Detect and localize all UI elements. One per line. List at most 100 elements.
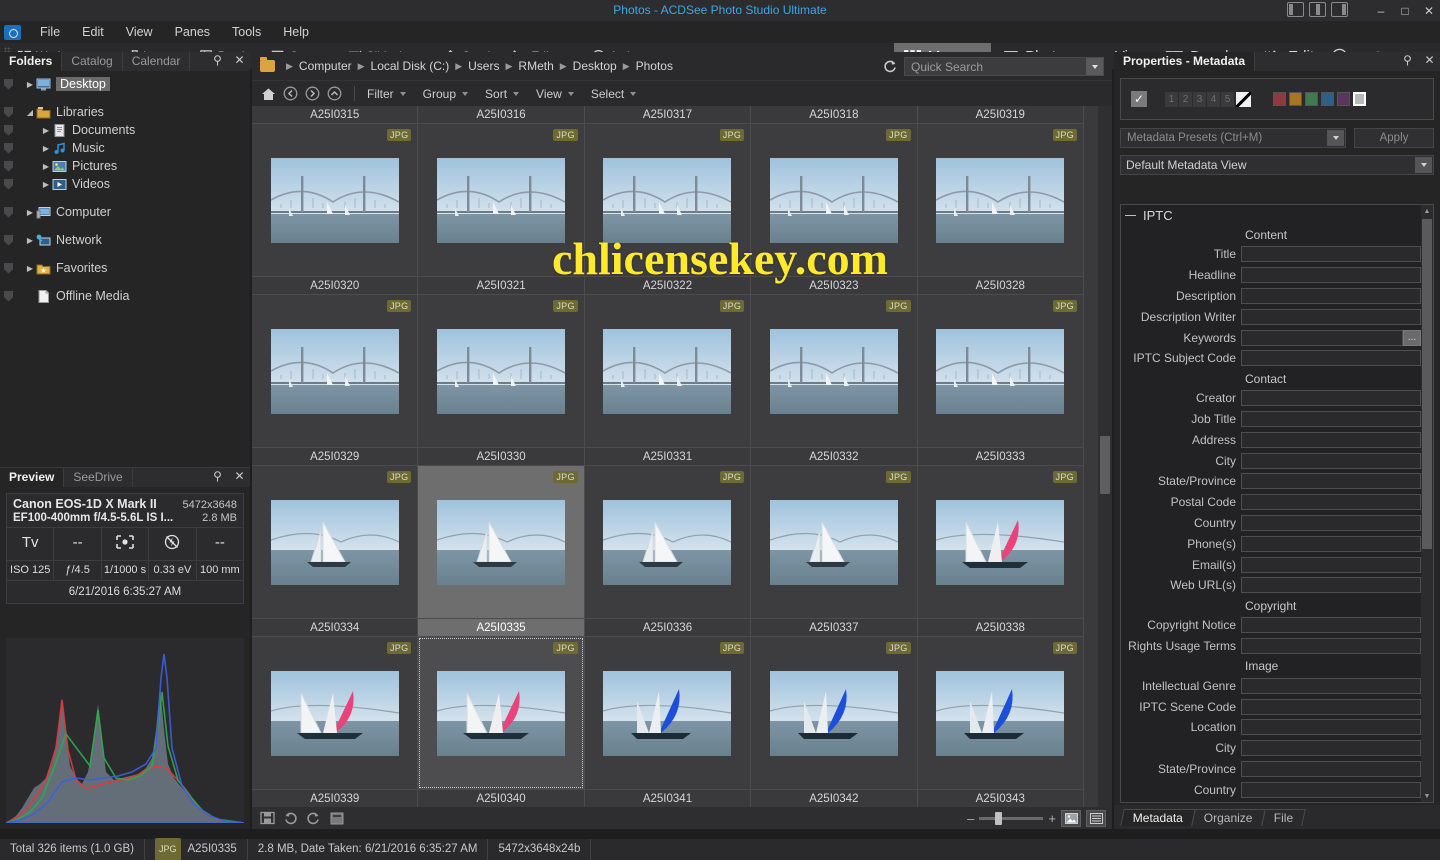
forward-icon[interactable]	[302, 84, 322, 104]
preset-chevron-down-icon[interactable]	[1327, 130, 1344, 146]
folder-tree-item-computer[interactable]: ▶ Computer	[0, 203, 250, 221]
metadata-scrollbar[interactable]: ▲ ▼	[1421, 205, 1433, 802]
metadata-field-input-iptc-scene-code[interactable]	[1241, 698, 1421, 715]
panel-layout-buttons[interactable]	[1287, 2, 1348, 17]
thumbnail-body[interactable]: JPG	[917, 466, 1083, 618]
sort-button[interactable]: Sort	[481, 84, 522, 104]
rating-4-button[interactable]: 4	[1207, 91, 1220, 107]
thumbnail-body[interactable]: JPG	[584, 295, 751, 447]
thumbnail-cell[interactable]: A25I0333 JPG	[917, 448, 1084, 619]
thumbnail-cell[interactable]: A25I0320 JPG	[252, 277, 419, 448]
thumbnail-image[interactable]	[270, 670, 399, 756]
thumbnail-body[interactable]: JPG	[751, 466, 917, 618]
breadcrumb-item-photos[interactable]: Photos	[636, 59, 673, 73]
bottom-panel-toggle-icon[interactable]	[1309, 2, 1326, 17]
chevron-right-icon[interactable]: ▶	[24, 80, 36, 89]
thumbnail-cell[interactable]: A25I0318 JPG	[751, 106, 918, 277]
grid-scrollbar-thumb[interactable]	[1100, 436, 1110, 494]
folder-tree-item-pictures[interactable]: ▶ Pictures	[0, 157, 250, 175]
thumbnail-cell[interactable]: A25I0319 JPG	[917, 106, 1084, 277]
thumbnail-image[interactable]	[769, 670, 898, 756]
thumbnail-body[interactable]: JPG	[418, 295, 584, 447]
menu-edit[interactable]: Edit	[71, 21, 115, 43]
color-label-swatch[interactable]	[1321, 92, 1334, 106]
thumbnail-image[interactable]	[437, 328, 566, 414]
rating-1-button[interactable]: 1	[1165, 91, 1178, 107]
thumbnail-image[interactable]	[270, 328, 399, 414]
home-icon[interactable]	[258, 84, 278, 104]
scroll-up-icon[interactable]: ▲	[1421, 205, 1433, 217]
metadata-scrollbar-thumb[interactable]	[1422, 219, 1432, 549]
tab-organize[interactable]: Organize	[1191, 808, 1266, 826]
tab-folders[interactable]: Folders	[0, 52, 63, 71]
folder-tree-item-network[interactable]: ▶ Network	[0, 231, 250, 249]
metadata-field-input-intellectual-genre[interactable]	[1241, 677, 1421, 694]
scroll-down-icon[interactable]: ▼	[1421, 790, 1433, 802]
thumbnail-image[interactable]	[769, 157, 898, 243]
thumbnail-body[interactable]: JPG	[751, 124, 917, 276]
metadata-field-input-rights-usage-terms[interactable]	[1241, 637, 1421, 654]
rating-3-button[interactable]: 3	[1193, 91, 1206, 107]
thumbnail-image[interactable]	[437, 157, 566, 243]
thumbnail-body[interactable]: JPG	[418, 124, 584, 276]
thumbnail-cell[interactable]: A25I0317 JPG	[584, 106, 752, 277]
color-label-swatch[interactable]	[1337, 92, 1350, 106]
thumbnail-cell[interactable]: A25I0332 JPG	[751, 448, 918, 619]
up-icon[interactable]	[324, 84, 344, 104]
folder-tree-item-videos[interactable]: ▶ Videos	[0, 175, 250, 193]
collapse-icon[interactable]	[1125, 210, 1136, 221]
search-chevron-down-icon[interactable]	[1086, 58, 1103, 75]
menu-tools[interactable]: Tools	[221, 21, 272, 43]
thumbnail-cell[interactable]: A25I0330 JPG	[418, 448, 585, 619]
metadata-field-input-city[interactable]	[1241, 740, 1421, 757]
rating-2-button[interactable]: 2	[1179, 91, 1192, 107]
pin-icon[interactable]: ⚲	[212, 54, 223, 67]
chevron-right-icon[interactable]: ▶	[40, 180, 52, 189]
thumbnail-cell[interactable]: A25I0315 JPG	[252, 106, 419, 277]
tab-properties-metadata[interactable]: Properties - Metadata	[1114, 52, 1256, 71]
maximize-icon[interactable]: □	[1398, 4, 1412, 18]
metadata-field-input-headline[interactable]	[1241, 267, 1421, 284]
tab-file[interactable]: File	[1260, 808, 1306, 826]
chevron-right-icon[interactable]: ▶	[40, 162, 52, 171]
group-button[interactable]: Group	[419, 84, 471, 104]
metadata-view-select[interactable]: Default Metadata View	[1120, 155, 1434, 175]
breadcrumb-item-local-disk-c[interactable]: Local Disk (C:)	[371, 59, 450, 73]
metadata-field-input-job-title[interactable]	[1241, 410, 1421, 427]
metadata-field-input-phone-s[interactable]	[1241, 535, 1421, 552]
thumbnail-image[interactable]	[603, 499, 732, 585]
thumbnail-cell[interactable]: A25I0343JPG	[917, 790, 1084, 807]
thumbnail-body[interactable]: JPG	[751, 637, 917, 789]
folder-tree-item-libraries[interactable]: ◢ Libraries	[0, 103, 250, 121]
thumbnail-image[interactable]	[769, 499, 898, 585]
preview-panel-close-icon[interactable]: ✕	[234, 470, 245, 483]
left-panel-toggle-icon[interactable]	[1287, 2, 1304, 17]
thumbnail-cell[interactable]: A25I0321 JPG	[418, 277, 585, 448]
zoom-slider-knob[interactable]	[995, 811, 1003, 825]
metadata-field-input-country[interactable]	[1241, 781, 1421, 798]
thumbnail-image[interactable]	[270, 157, 399, 243]
thumbnail-image[interactable]	[936, 499, 1065, 585]
thumbnail-body[interactable]: JPG	[252, 466, 418, 618]
rating-5-button[interactable]: 5	[1221, 91, 1234, 107]
left-panel-close-icon[interactable]: ✕	[234, 54, 245, 67]
thumbnail-cell[interactable]: A25I0339JPG	[252, 790, 419, 807]
menu-file[interactable]: File	[29, 21, 71, 43]
folder-tree-item-offline-media[interactable]: Offline Media	[0, 287, 250, 305]
thumbnail-body[interactable]: JPG	[418, 637, 584, 789]
metadata-field-input-description-writer[interactable]	[1241, 308, 1421, 325]
tab-calendar[interactable]: Calendar	[123, 52, 191, 71]
zoom-in-label[interactable]: +	[1048, 811, 1056, 826]
metadata-field-input-copyright-notice[interactable]	[1241, 617, 1421, 634]
metadata-field-input-postal-code[interactable]	[1241, 494, 1421, 511]
metadata-field-input-location[interactable]	[1241, 719, 1421, 736]
thumbnail-body[interactable]: JPG	[917, 637, 1083, 789]
metadata-field-input-city[interactable]	[1241, 452, 1421, 469]
thumbnail-cell[interactable]: A25I0338 JPG	[917, 619, 1084, 790]
thumbnail-cell[interactable]: A25I0323 JPG	[751, 277, 918, 448]
thumbnail-cell[interactable]: A25I0316 JPG	[418, 106, 585, 277]
thumbnail-body[interactable]: JPG	[252, 637, 418, 789]
thumbnail-cell[interactable]: A25I0340JPG✓	[418, 790, 585, 807]
color-label-swatch[interactable]	[1305, 92, 1318, 106]
thumbnail-image[interactable]	[936, 670, 1065, 756]
